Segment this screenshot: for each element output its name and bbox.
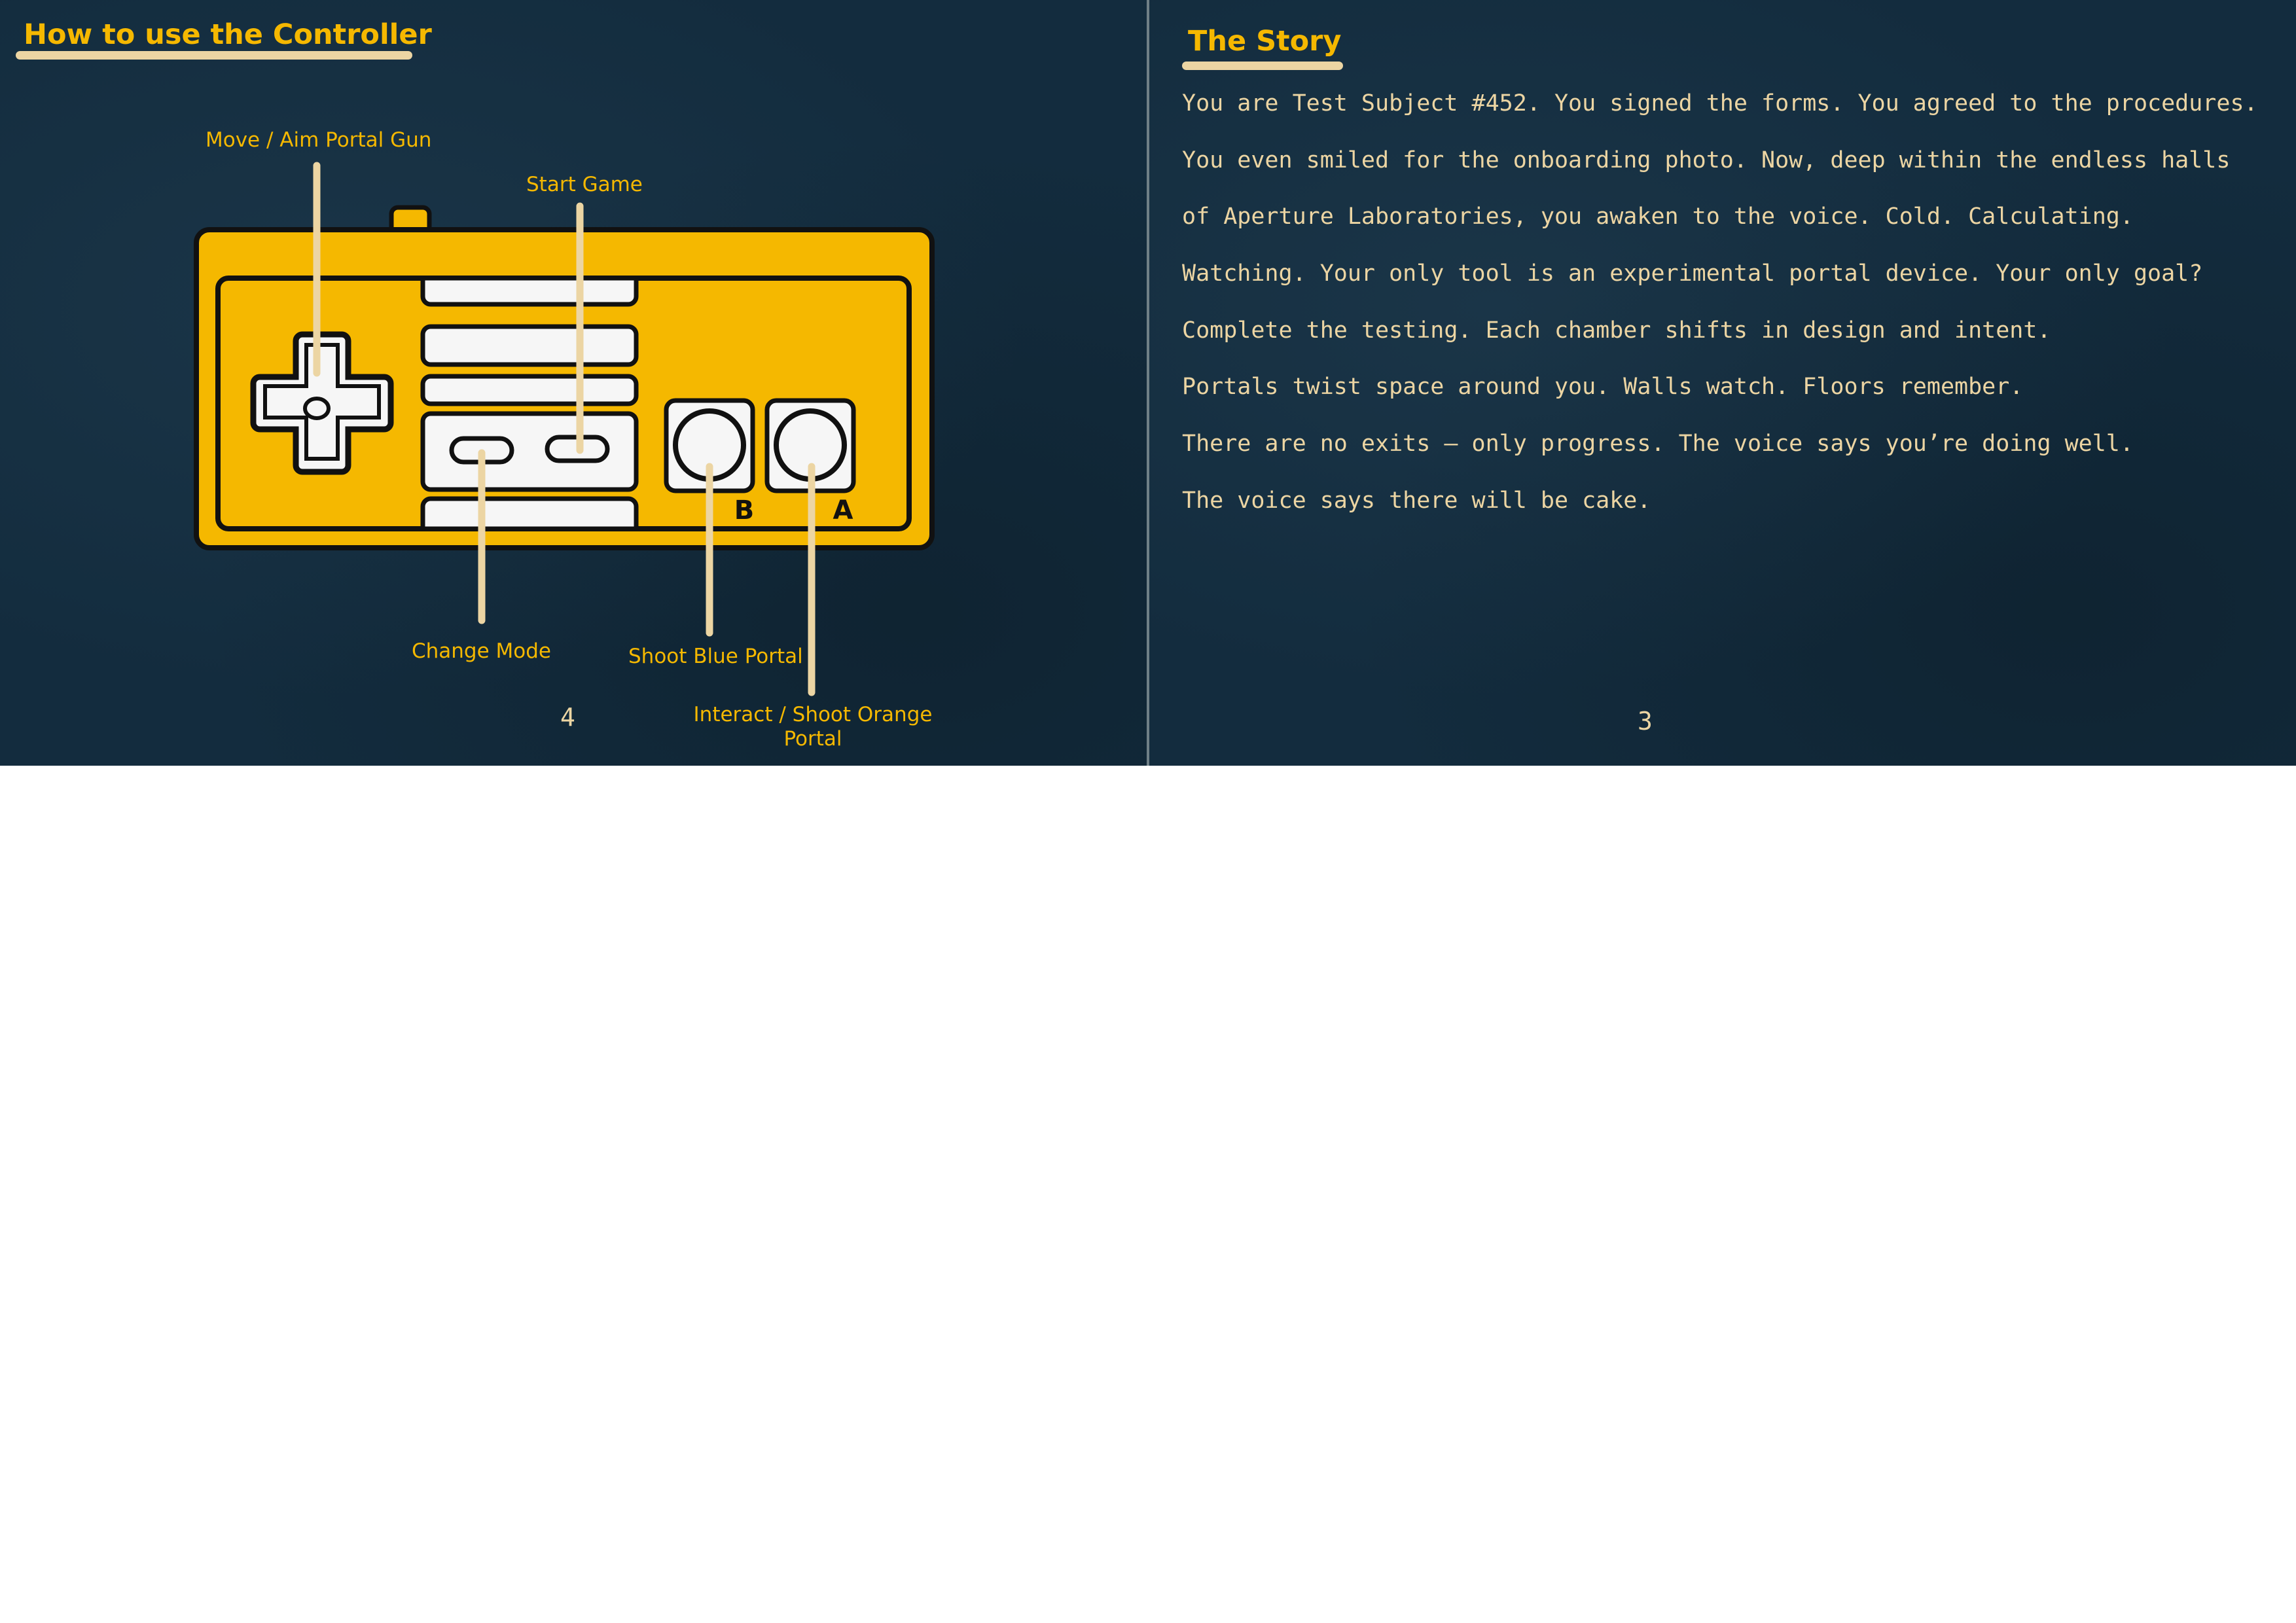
a-button-label: A [833, 495, 853, 526]
callout-shoot-blue: Shoot Blue Portal [628, 645, 803, 668]
story-line: There are no exits — only progress. The … [1182, 431, 2134, 457]
story-line: Portals twist space around you. Walls wa… [1182, 374, 2024, 401]
story-text: You are Test Subject #452. You signed th… [1182, 85, 2288, 539]
controller-page: How to use the Controller B A Move / Aim… [0, 0, 1147, 766]
page-number-left: 4 [560, 703, 575, 732]
callout-change-mode: Change Mode [412, 639, 552, 663]
story-page-title: The Story [1188, 25, 1342, 58]
page-number-right: 3 [1638, 707, 1653, 736]
gamepad-controller-icon: B A [194, 162, 935, 696]
story-line: You even smiled for the onboarding photo… [1182, 147, 2231, 173]
story-line: The voice says there will be cake. [1182, 487, 1651, 514]
story-line: You are Test Subject #452. You signed th… [1182, 90, 2258, 116]
b-button-label: B [734, 495, 755, 526]
manual-spread: How to use the Controller B A Move / Aim… [0, 0, 2296, 766]
story-title-underline [1182, 62, 1343, 70]
story-line: Complete the testing. Each chamber shift… [1182, 317, 2051, 344]
callout-interact-orange: Interact / Shoot Orange Portal [693, 703, 933, 751]
story-line: of Aperture Laboratories, you awaken to … [1182, 204, 2134, 230]
callout-move-aim: Move / Aim Portal Gun [206, 128, 432, 152]
story-line: Watching. Your only tool is an experimen… [1182, 260, 2203, 287]
callout-start-game: Start Game [526, 173, 643, 196]
